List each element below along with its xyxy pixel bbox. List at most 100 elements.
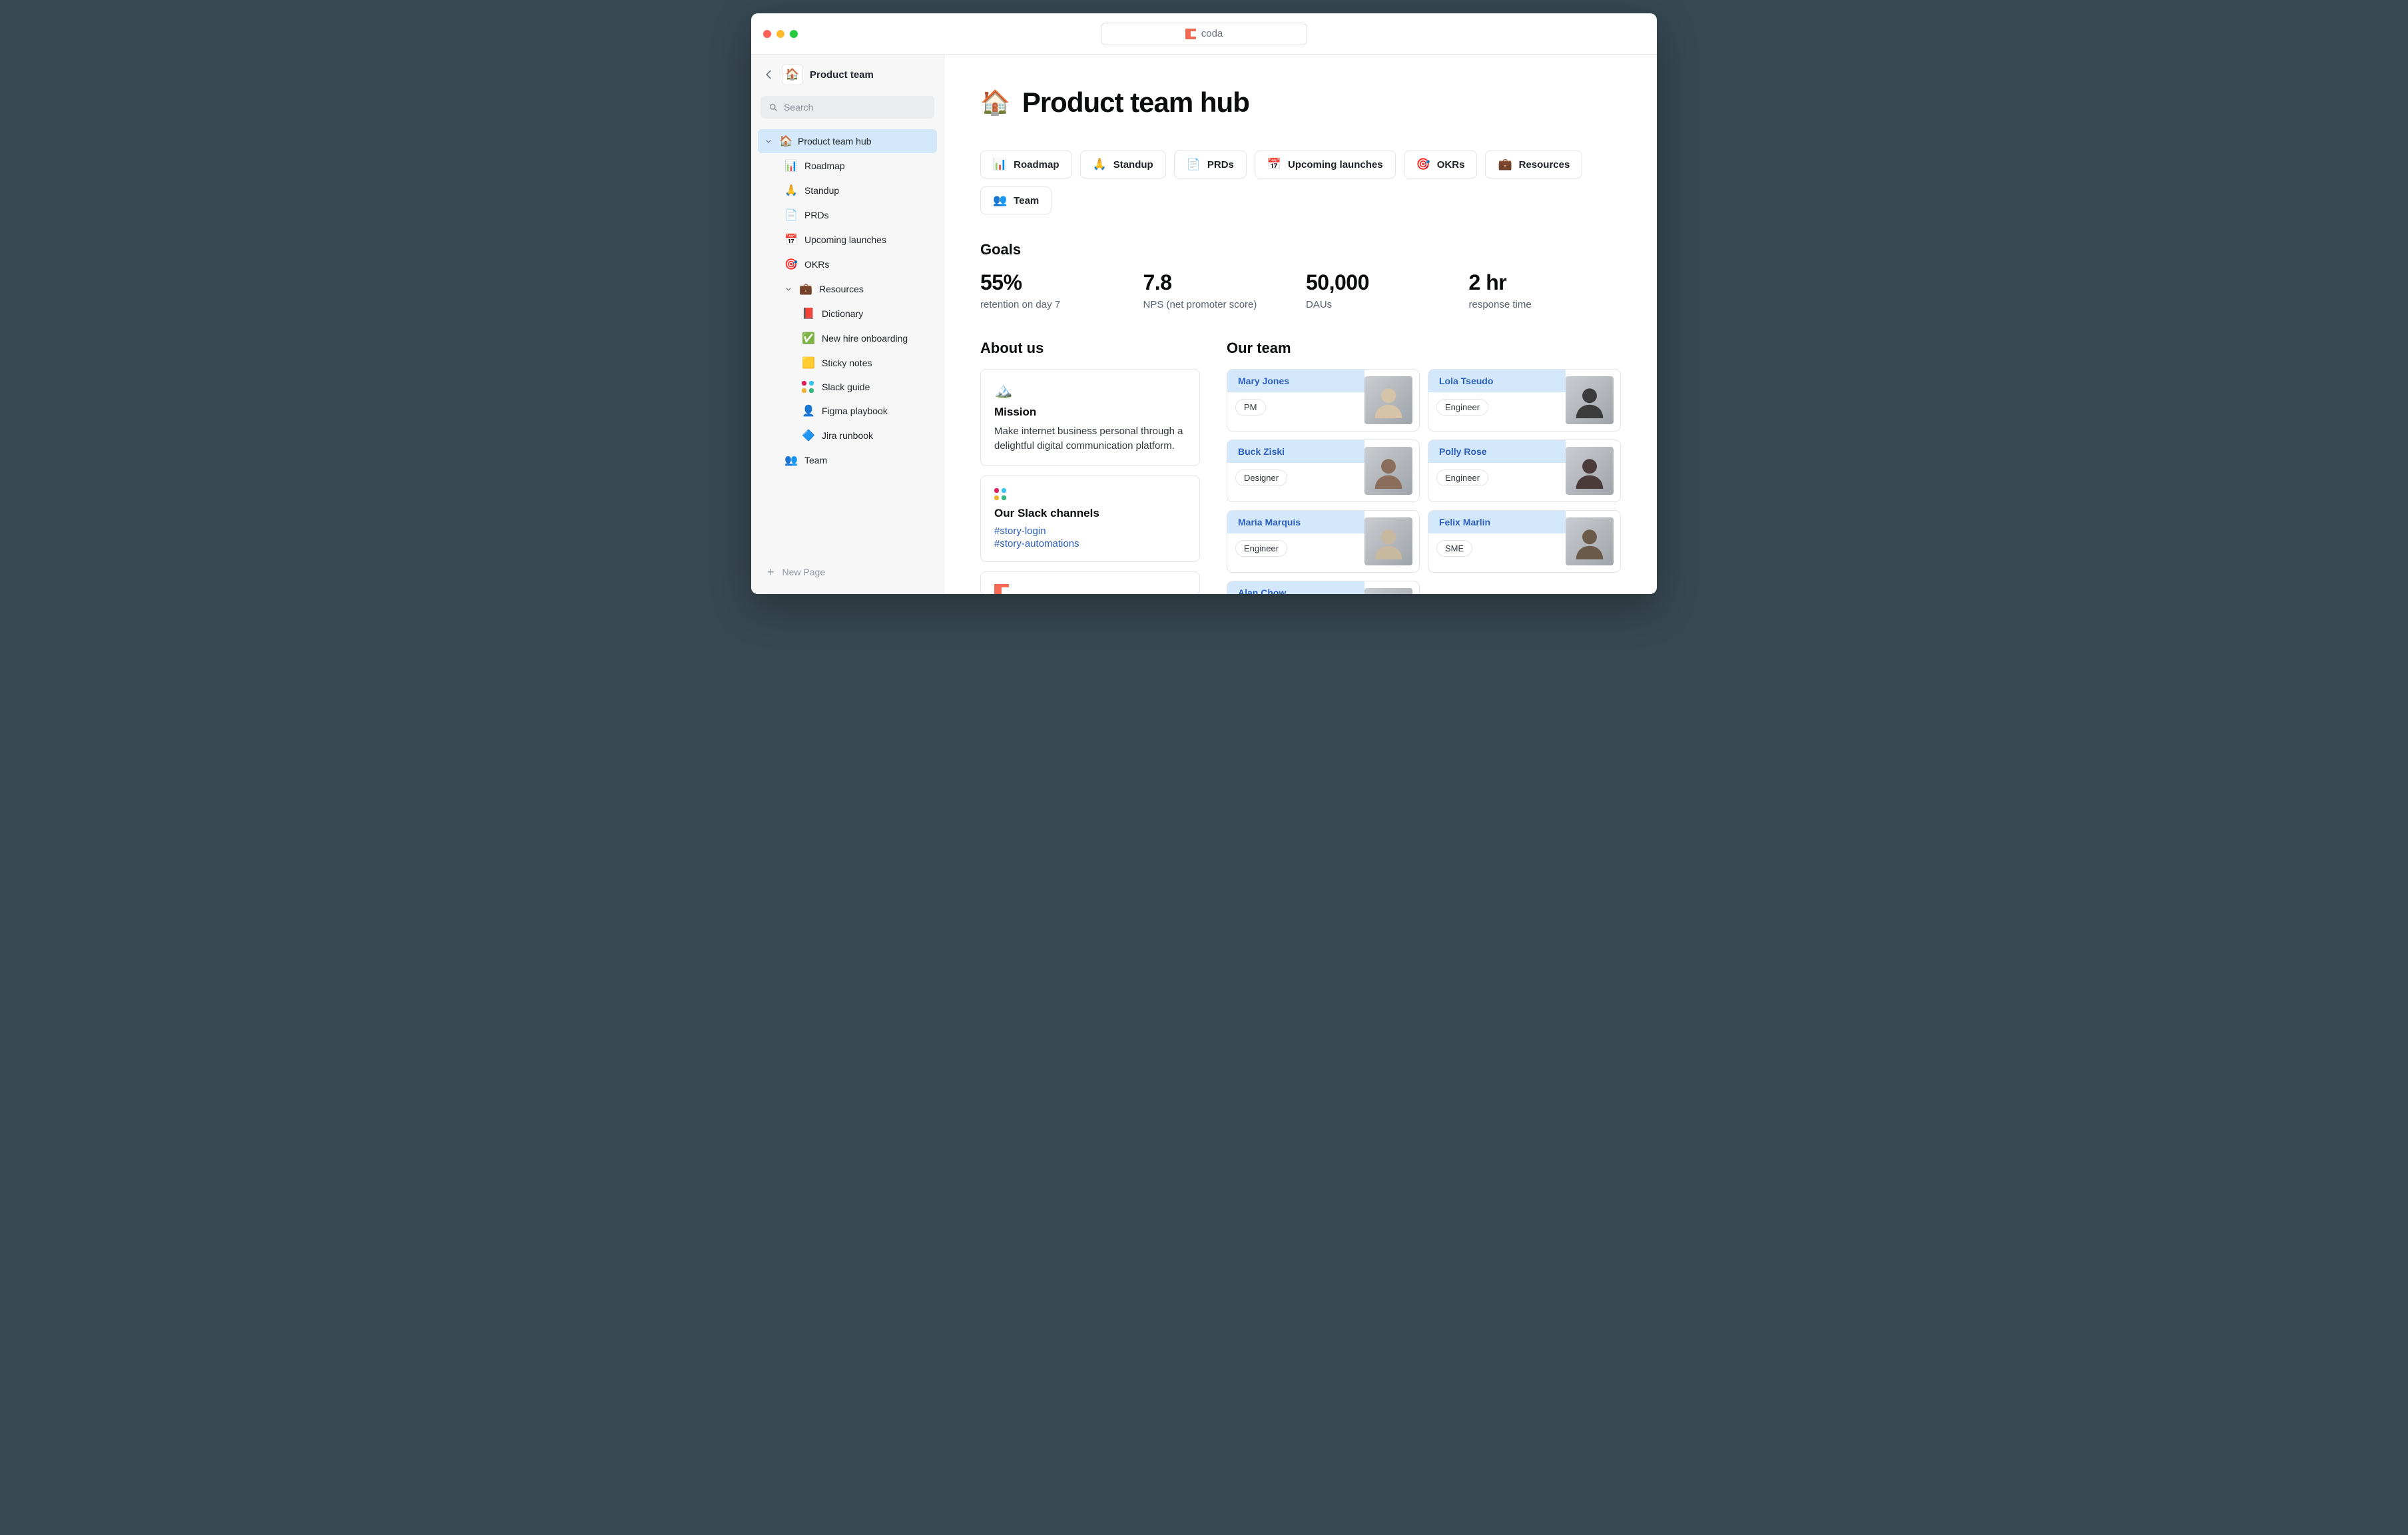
- team-card[interactable]: Buck ZiskiDesigner: [1227, 440, 1420, 502]
- goal-label: DAUs: [1306, 299, 1458, 310]
- nav-item-new-hire-onboarding[interactable]: ✅ New hire onboarding: [758, 326, 937, 350]
- nav-item-icon: ✅: [802, 332, 815, 345]
- nav-item-upcoming-launches[interactable]: 📅Upcoming launches: [758, 228, 937, 252]
- nav-item-icon: 👥: [784, 454, 798, 467]
- nav-item-icon: 🟨: [802, 356, 815, 370]
- team-member-role: SME: [1436, 540, 1472, 557]
- plus-icon: +: [767, 566, 774, 578]
- quick-link-icon: 📄: [1187, 158, 1201, 171]
- nav-item-icon: 👤: [802, 404, 815, 418]
- card-icon: [994, 488, 1006, 500]
- nav-item-resources[interactable]: 💼 Resources: [758, 277, 937, 301]
- quick-link-roadmap[interactable]: 📊Roadmap: [980, 151, 1072, 178]
- nav-item-team[interactable]: 👥Team: [758, 448, 937, 472]
- nav-item-label: Product team hub: [798, 136, 872, 147]
- quick-links: 📊Roadmap 🙏Standup 📄 PRDs 📅 Upcoming launches 🎯…: [980, 151, 1621, 214]
- minimize-window-button[interactable]: [776, 30, 784, 38]
- nav-item-okrs[interactable]: 🎯OKRs: [758, 252, 937, 276]
- team-member-role: Engineer: [1436, 469, 1488, 486]
- address-bar[interactable]: coda: [1101, 23, 1307, 45]
- new-page-button[interactable]: + New Page: [751, 559, 944, 585]
- team-card-info: Alan ChowPMM: [1227, 581, 1364, 594]
- back-arrow-icon[interactable]: [763, 69, 775, 81]
- nav-item-label: PRDs: [804, 210, 829, 220]
- team-card[interactable]: Felix MarlinSME: [1428, 510, 1621, 573]
- team-member-role: Engineer: [1235, 540, 1287, 557]
- quick-link-upcoming-launches[interactable]: 📅 Upcoming launches: [1255, 151, 1396, 178]
- card-title: Our Slack channels: [994, 507, 1186, 520]
- address-label: coda: [1201, 28, 1223, 39]
- avatar: [1364, 447, 1412, 495]
- doc-icon: 🏠: [782, 64, 803, 85]
- nav-item-icon: 📅: [784, 233, 798, 246]
- sidebar: 🏠 Product team Search 🏠Product team hub📊…: [751, 55, 944, 594]
- nav-item-label: Jira runbook: [822, 430, 873, 441]
- nav-item-label: Roadmap: [804, 160, 845, 171]
- page-emoji-icon: 🏠: [980, 89, 1010, 117]
- goal-value: 2 hr: [1469, 270, 1622, 295]
- goal-metric: 2 hrresponse time: [1469, 270, 1622, 310]
- nav-item-product-team-hub[interactable]: 🏠Product team hub: [758, 129, 937, 153]
- quick-link-standup[interactable]: 🙏Standup: [1080, 151, 1166, 178]
- quick-link-icon: 📅: [1267, 158, 1281, 171]
- quick-link-label: PRDs: [1207, 159, 1234, 170]
- doc-emoji-icon: 🏠: [785, 68, 799, 81]
- app-window: coda 🏠 Product team Search 🏠Product team…: [751, 13, 1657, 594]
- quick-link-prds[interactable]: 📄 PRDs: [1174, 151, 1247, 178]
- nav-item-standup[interactable]: 🙏Standup: [758, 178, 937, 202]
- nav-item-label: New hire onboarding: [822, 333, 908, 344]
- team-card[interactable]: Maria MarquisEngineer: [1227, 510, 1420, 573]
- team-card[interactable]: Polly RoseEngineer: [1428, 440, 1621, 502]
- quick-link-label: Upcoming launches: [1288, 159, 1383, 170]
- nav-item-slack-guide[interactable]: Slack guide: [758, 376, 937, 398]
- team-card-info: Lola TseudoEngineer: [1428, 370, 1566, 431]
- main-content: 🏠 Product team hub 📊Roadmap🙏Standup📄PRDs…: [944, 55, 1657, 594]
- nav-item-roadmap[interactable]: 📊Roadmap: [758, 154, 937, 178]
- nav-item-label: Resources: [819, 284, 864, 294]
- avatar: [1364, 588, 1412, 594]
- close-window-button[interactable]: [763, 30, 771, 38]
- team-member-role: PM: [1235, 399, 1266, 416]
- team-card[interactable]: Mary JonesPM: [1227, 369, 1420, 432]
- nav-item-icon: 📕: [802, 307, 815, 320]
- goal-value: 50,000: [1306, 270, 1458, 295]
- team-role-row: Engineer: [1428, 392, 1566, 422]
- search-input[interactable]: Search: [760, 96, 934, 119]
- slack-channel-link[interactable]: #story-login: [994, 525, 1186, 537]
- team-role-row: Designer: [1227, 463, 1364, 493]
- goal-metric: 7.8NPS (net promoter score): [1143, 270, 1296, 310]
- card-body: Make internet business personal through …: [994, 424, 1186, 454]
- nav-item-sticky-notes[interactable]: 🟨Sticky notes: [758, 351, 937, 375]
- team-member-name: Alan Chow: [1227, 581, 1364, 594]
- card-title: Mission: [994, 406, 1186, 419]
- team-member-name: Lola Tseudo: [1428, 370, 1566, 392]
- slack-channel-link[interactable]: #story-automations: [994, 538, 1186, 549]
- two-column-layout: About us 🏔️MissionMake internet business…: [980, 340, 1621, 594]
- nav-item-prds[interactable]: 📄PRDs: [758, 203, 937, 227]
- nav-item-dictionary[interactable]: 📕Dictionary: [758, 302, 937, 326]
- window-controls: [763, 30, 798, 38]
- titlebar: coda: [751, 13, 1657, 55]
- nav-item-icon: 💼: [799, 282, 812, 296]
- team-role-row: Engineer: [1428, 463, 1566, 493]
- nav-item-figma-playbook[interactable]: 👤Figma playbook: [758, 399, 937, 423]
- avatar: [1364, 376, 1412, 424]
- coda-logo-icon: [1185, 29, 1196, 39]
- maximize-window-button[interactable]: [790, 30, 798, 38]
- quick-link-team[interactable]: 👥Team: [980, 186, 1052, 214]
- nav-item-icon: 🙏: [784, 184, 798, 197]
- goal-label: retention on day 7: [980, 299, 1133, 310]
- team-card[interactable]: Lola TseudoEngineer: [1428, 369, 1621, 432]
- nav-item-label: Slack guide: [822, 382, 870, 392]
- quick-link-label: Resources: [1519, 159, 1570, 170]
- chevron-down-icon: [764, 137, 772, 145]
- team-card[interactable]: Alan ChowPMM: [1227, 581, 1420, 594]
- quick-link-okrs[interactable]: 🎯OKRs: [1404, 151, 1478, 178]
- quick-link-resources[interactable]: 💼Resources: [1485, 151, 1582, 178]
- team-heading: Our team: [1227, 340, 1621, 357]
- goals-grid: 55%retention on day 77.8NPS (net promote…: [980, 270, 1621, 310]
- quick-link-icon: 🙏: [1093, 158, 1107, 171]
- card-icon: 🏔️: [994, 382, 1186, 399]
- nav-item-jira-runbook[interactable]: 🔷 Jira runbook: [758, 424, 937, 448]
- nav-item-icon: 🔷: [802, 429, 815, 442]
